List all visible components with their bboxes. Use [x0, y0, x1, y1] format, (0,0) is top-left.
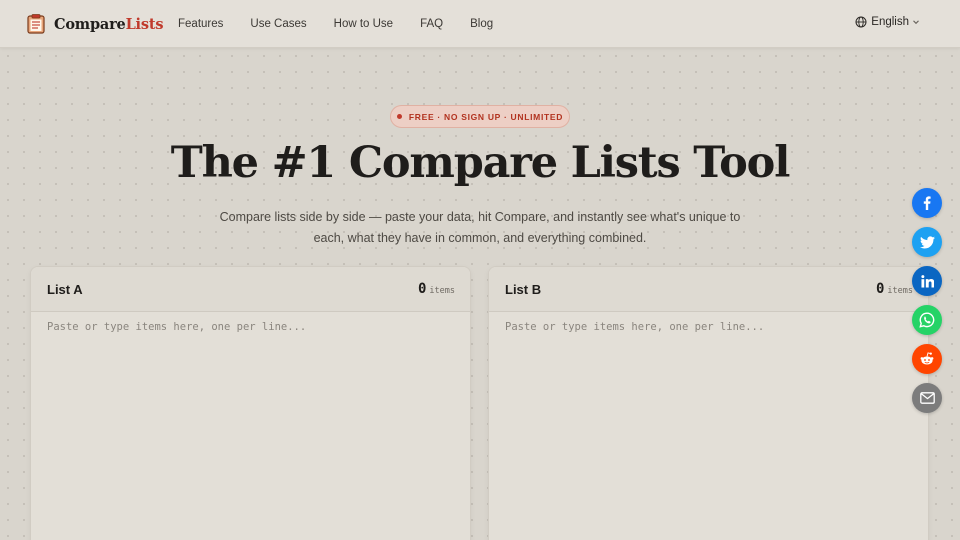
page-subtitle: Compare lists side by side — paste your …: [219, 210, 741, 245]
email-icon: [919, 392, 935, 404]
list-b-panel: List B 0 items: [488, 266, 929, 540]
language-selector[interactable]: English: [855, 16, 924, 28]
page-title: The #1 Compare Lists Tool: [170, 138, 791, 188]
list-b-count-value: 0: [875, 281, 885, 297]
brand-name-accent: Lists: [125, 15, 164, 33]
clipboard-list-icon: [27, 14, 45, 34]
brand-name: CompareLists: [54, 16, 163, 33]
share-sidebar: [912, 188, 942, 422]
share-reddit-button[interactable]: [912, 344, 942, 374]
globe-icon: [855, 16, 867, 28]
promo-badge: FREE · NO SIGN UP · UNLIMITED: [390, 105, 570, 128]
share-twitter-button[interactable]: [912, 227, 942, 257]
nav-link-how-to-use[interactable]: How to Use: [334, 18, 393, 30]
nav-link-blog[interactable]: Blog: [470, 18, 493, 30]
brand-logo[interactable]: CompareLists: [25, 12, 163, 36]
twitter-icon: [919, 235, 935, 248]
badge-text: FREE · NO SIGN UP · UNLIMITED: [408, 111, 564, 122]
brand-name-primary: Compare: [54, 15, 126, 33]
list-a-count-value: 0: [417, 281, 427, 297]
share-email-button[interactable]: [912, 383, 942, 413]
list-a-input[interactable]: [31, 313, 470, 540]
chevron-down-icon: [913, 20, 919, 25]
list-a-header: List A 0 items: [31, 267, 470, 312]
linkedin-icon: [920, 274, 934, 288]
list-b-title: List B: [505, 282, 542, 297]
facebook-icon: [923, 196, 931, 210]
main-nav: Features Use Cases How to Use FAQ Blog: [178, 0, 520, 48]
nav-link-use-cases[interactable]: Use Cases: [250, 18, 306, 30]
list-a-count-label: items: [429, 286, 455, 296]
list-b-input[interactable]: [489, 313, 928, 540]
list-a-count: 0 items: [418, 281, 455, 297]
nav-link-features[interactable]: Features: [178, 18, 223, 30]
language-label: English: [871, 16, 909, 28]
list-b-header: List B 0 items: [489, 267, 928, 312]
share-linkedin-button[interactable]: [912, 266, 942, 296]
list-b-count: 0 items: [876, 281, 913, 297]
reddit-icon: [920, 352, 934, 365]
list-a-panel: List A 0 items: [30, 266, 471, 540]
nav-link-faq[interactable]: FAQ: [420, 18, 443, 30]
share-whatsapp-button[interactable]: [912, 305, 942, 335]
list-a-title: List A: [47, 282, 83, 297]
list-b-count-label: items: [887, 286, 913, 296]
share-facebook-button[interactable]: [912, 188, 942, 218]
top-navbar: CompareLists Features Use Cases How to U…: [0, 0, 960, 48]
whatsapp-icon: [919, 312, 935, 328]
badge-dot: [396, 114, 402, 119]
